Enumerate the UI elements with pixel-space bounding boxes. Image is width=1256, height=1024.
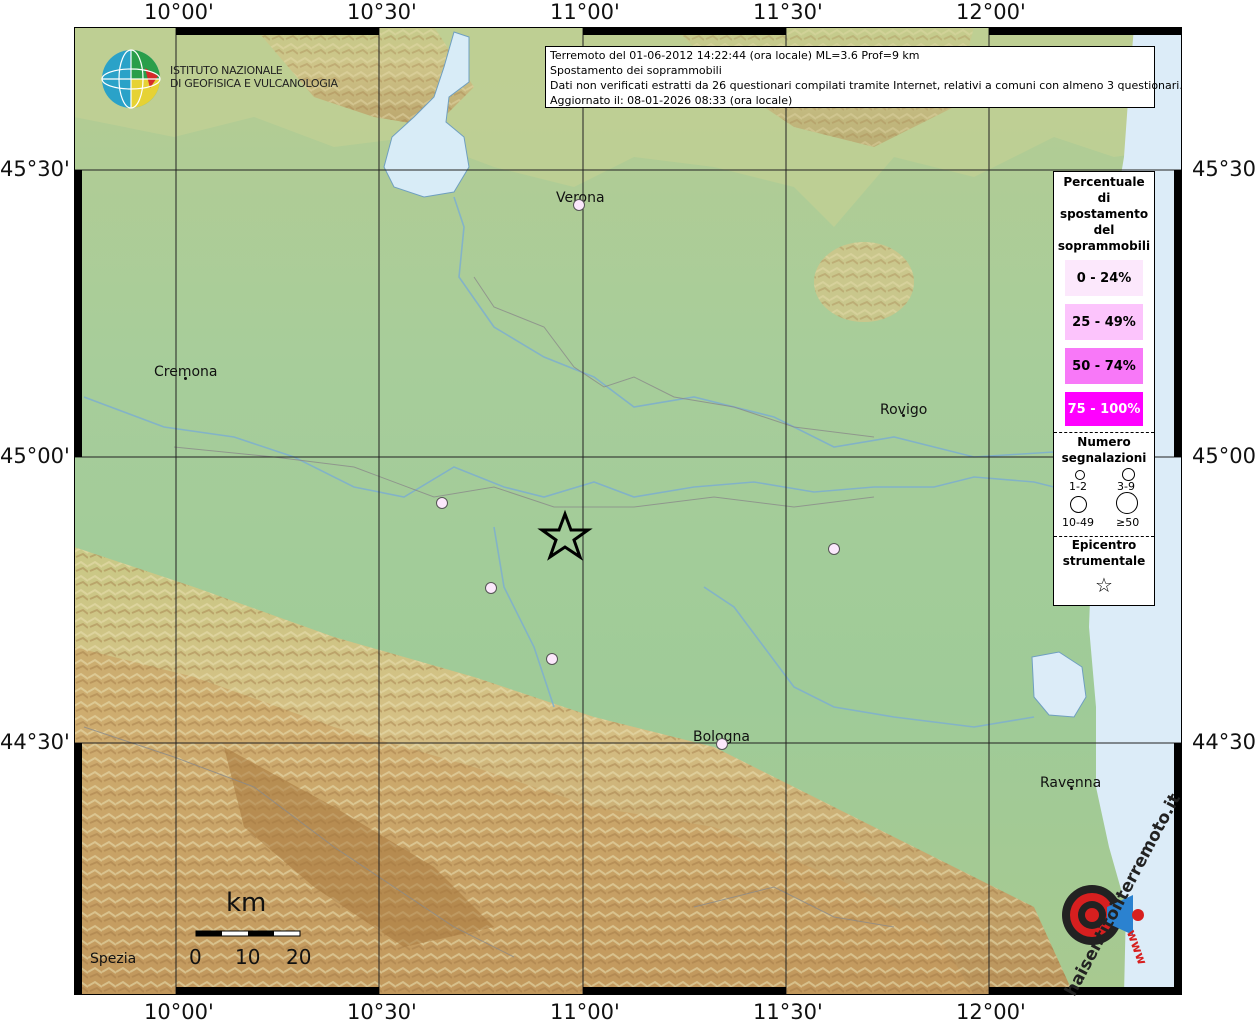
lat-right-label: 45°30' [1192, 157, 1256, 181]
lon-top-label: 11°00' [550, 0, 620, 24]
report-circle[interactable] [828, 543, 840, 555]
ingv-logo-line: ISTITUTO NAZIONALE [170, 64, 283, 77]
city-marker [1070, 787, 1073, 790]
report-circle[interactable] [546, 653, 558, 665]
legend-epicenter-line: Epicentro [1071, 538, 1137, 552]
lat-right-label: 44°30' [1192, 730, 1256, 754]
scale-title: km [226, 888, 267, 918]
report-circle[interactable] [573, 199, 585, 211]
count-label: ≥50 [1116, 516, 1140, 529]
lon-bottom-label: 10°00' [144, 1000, 214, 1024]
map-legend: Percentuale di spostamento del soprammob… [1053, 171, 1155, 606]
ingv-logo-line: DI GEOFISICA E VULCANOLOGIA [170, 77, 338, 90]
legend-count-title-line: Numero [1077, 435, 1131, 449]
report-circle[interactable] [716, 738, 728, 750]
legend-title-line: del [1093, 223, 1115, 237]
lon-bottom-label: 12°00' [956, 1000, 1026, 1024]
legend-star-icon: ☆ [1095, 573, 1113, 597]
lat-left-label: 45°30' [0, 157, 70, 181]
lat-left-label: 44°30' [0, 730, 70, 754]
legend-title: Percentuale di spostamento del soprammob… [1054, 174, 1154, 254]
lon-bottom-label: 11°30' [753, 1000, 823, 1024]
legend-epicenter-title: Epicentro strumentale [1054, 537, 1154, 569]
legend-title-line: spostamento [1059, 207, 1149, 221]
event-info-line: Spostamento dei soprammobili [550, 64, 722, 77]
report-circle[interactable] [436, 497, 448, 509]
event-info-line: Aggiornato il: 08-01-2026 08:33 (ora loc… [550, 94, 793, 107]
scale-tick: 0 [189, 945, 202, 969]
city-marker [184, 377, 187, 380]
legend-epicenter-line: strumentale [1062, 554, 1146, 568]
count-circle-10-49-icon [1070, 496, 1087, 513]
count-label: 10-49 [1062, 516, 1094, 529]
legend-title-line: Percentuale [1063, 175, 1145, 189]
event-info-line: Dati non verificati estratti da 26 quest… [550, 79, 1183, 92]
ingv-logo-icon [101, 49, 161, 109]
legend-title-line: soprammobili [1057, 239, 1151, 253]
legend-class-swatch: 25 - 49% [1065, 304, 1143, 340]
ingv-logo-text: ISTITUTO NAZIONALE DI GEOFISICA E VULCAN… [170, 64, 338, 90]
lat-right-label: 45°00' [1192, 444, 1256, 468]
legend-title-line: di [1097, 191, 1111, 205]
legend-class-swatch: 50 - 74% [1065, 348, 1143, 384]
lat-left-label: 45°00' [0, 444, 70, 468]
lon-top-label: 10°00' [144, 0, 214, 24]
scale-tick: 20 [286, 945, 312, 969]
city-label-spezia: Spezia [90, 951, 137, 967]
lon-top-label: 11°30' [753, 0, 823, 24]
lon-bottom-label: 11°00' [550, 1000, 620, 1024]
city-marker [902, 414, 905, 417]
legend-count-title-line: segnalazioni [1061, 451, 1147, 465]
map-canvas[interactable] [74, 27, 1182, 995]
legend-count-title: Numero segnalazioni [1054, 434, 1154, 466]
count-label: 1-2 [1069, 480, 1087, 493]
lon-top-label: 10°30' [347, 0, 417, 24]
legend-separator [1054, 432, 1154, 433]
report-circle[interactable] [485, 582, 497, 594]
scale-bar [195, 930, 301, 937]
event-info-line: Terremoto del 01-06-2012 14:22:44 (ora l… [550, 49, 920, 62]
legend-class-swatch: 0 - 24% [1065, 260, 1143, 296]
lon-top-label: 12°00' [956, 0, 1026, 24]
count-circle-1-2-icon [1075, 470, 1085, 480]
scale-tick: 10 [235, 945, 261, 969]
lon-bottom-label: 10°30' [347, 1000, 417, 1024]
legend-class-swatch: 75 - 100% [1065, 392, 1143, 426]
event-info-box: Terremoto del 01-06-2012 14:22:44 (ora l… [545, 46, 1183, 108]
count-circle-50-icon [1116, 492, 1138, 514]
